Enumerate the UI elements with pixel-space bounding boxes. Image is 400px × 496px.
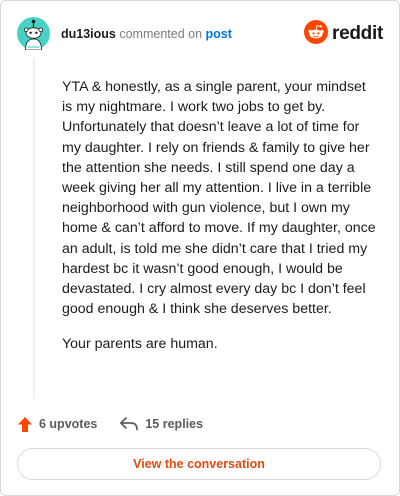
reddit-brand[interactable]: reddit [304,19,383,49]
post-link[interactable]: post [206,27,232,41]
snoo-avatar-icon[interactable] [17,17,50,51]
comment-paragraph: Your parents are human. [62,336,218,353]
replies-label: 15 replies [145,417,204,431]
embedded-comment-card: du13ious commented on post reddit YTA & … [0,0,400,496]
upvotes-label: 6 upvotes [39,417,98,431]
upvotes-button[interactable]: 6 upvotes [17,416,97,433]
username-link[interactable]: du13ious [61,27,116,41]
thread-line [33,59,35,399]
comment-paragraph: YTA & honestly, as a single parent, your… [62,79,376,318]
action-text: commented on [119,27,203,41]
reddit-wordmark: reddit [332,23,383,44]
view-conversation-button[interactable]: View the conversation [17,448,381,480]
reply-arrow-icon [119,416,139,432]
comment-body: YTA & honestly, as a single parent, your… [62,77,380,370]
replies-button[interactable]: 15 replies [119,416,203,432]
reddit-snoo-logo-icon [304,19,329,49]
comment-meta: du13ious commented on post [61,27,232,41]
comment-header: du13ious commented on post reddit [17,17,383,51]
upvote-arrow-icon [17,416,33,433]
comment-footer: 6 upvotes 15 replies [17,412,203,436]
